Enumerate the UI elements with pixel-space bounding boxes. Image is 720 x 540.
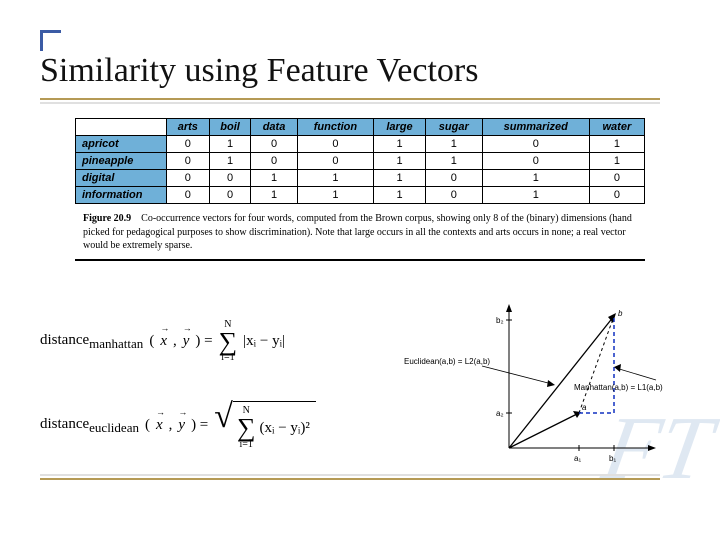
cell: 1 [297,170,374,187]
cell: 0 [167,136,210,153]
cell: 1 [374,170,426,187]
paren: ( [145,417,150,434]
cell: 0 [167,187,210,204]
distance-diagram: a b b₂ a₂ a₁ b₁ Euclidean(a,b) = L2(a,b)… [404,298,664,473]
cell: 0 [209,170,251,187]
cell: 1 [209,136,251,153]
svg-text:b₂: b₂ [496,316,504,325]
row-header: apricot [76,136,167,153]
col-header: arts [167,119,210,136]
svg-text:a: a [582,403,587,412]
cell: 0 [425,187,482,204]
col-header: large [374,119,426,136]
abs-term: |xᵢ − yᵢ| [243,333,285,350]
cell: 1 [425,153,482,170]
cell: 1 [482,170,589,187]
vector-y: y [178,417,185,434]
table-row: pineapple 0 1 0 0 1 1 0 1 [76,153,645,170]
cell: 0 [297,153,374,170]
cell: 1 [425,136,482,153]
cell: 0 [589,187,644,204]
col-header: sugar [425,119,482,136]
caption-text: Co-occurrence vectors for four words, co… [83,213,632,251]
table-row: digital 0 0 1 1 1 0 1 0 [76,170,645,187]
equals: ) = [191,417,208,434]
cell: 0 [209,187,251,204]
cell: 1 [374,187,426,204]
vector-x: x [156,417,163,434]
col-header: summarized [482,119,589,136]
row-header: pineapple [76,153,167,170]
cell: 1 [374,153,426,170]
svg-text:Manhattan(a,b) = L1(a,b): Manhattan(a,b) = L1(a,b) [574,383,663,392]
col-header: data [251,119,297,136]
sum-lower: i=1 [221,353,234,363]
svg-text:a₂: a₂ [496,409,504,418]
paren: ( [149,333,154,350]
col-header: function [297,119,374,136]
cooccurrence-table: arts boil data function large sugar summ… [75,118,645,204]
vector-x: x [160,333,167,350]
cell: 1 [589,136,644,153]
euclidean-formula: distanceeuclidean (x,y) = √ N ∑ i=1 (xᵢ … [40,401,400,449]
cell: 0 [482,136,589,153]
cell: 0 [482,153,589,170]
cell: 0 [251,153,297,170]
col-header: water [589,119,644,136]
table-row: apricot 0 1 0 0 1 1 0 1 [76,136,645,153]
col-header: boil [209,119,251,136]
cell: 1 [251,187,297,204]
sigma-icon: N ∑ i=1 [219,320,238,363]
cell: 0 [589,170,644,187]
cell: 0 [425,170,482,187]
sigma-icon: N ∑ i=1 [237,406,256,449]
cell: 1 [482,187,589,204]
cell: 1 [589,153,644,170]
title-rule [40,98,660,100]
manhattan-formula: distancemanhattan (x,y) = N ∑ i=1 |xᵢ − … [40,320,400,363]
caption-label: Figure 20.9 [83,213,131,224]
svg-text:b: b [618,309,623,318]
cell: 0 [167,170,210,187]
svg-text:Euclidean(a,b) = L2(a,b): Euclidean(a,b) = L2(a,b) [404,357,490,366]
formula-subscript: manhattan [89,336,143,351]
sq-term: (xᵢ − yᵢ)² [260,420,310,437]
table-row: information 0 0 1 1 1 0 1 0 [76,187,645,204]
equals: ) = [195,333,212,350]
sqrt-icon: √ N ∑ i=1 (xᵢ − yᵢ)² [214,401,316,449]
cell: 1 [209,153,251,170]
table-row: arts boil data function large sugar summ… [76,119,645,136]
svg-text:b₁: b₁ [609,454,616,463]
row-header: information [76,187,167,204]
cell: 0 [297,136,374,153]
formula-subscript: euclidean [89,420,139,435]
corner-accent [40,30,61,51]
bottom-rule [40,478,660,480]
table-corner [76,119,167,136]
figure-caption: Figure 20.9 Co-occurrence vectors for fo… [75,212,645,261]
sum-lower: i=1 [240,440,253,450]
slide-title: Similarity using Feature Vectors [40,52,478,90]
cell: 0 [167,153,210,170]
cell: 0 [251,136,297,153]
cell: 1 [251,170,297,187]
cell: 1 [297,187,374,204]
cell: 1 [374,136,426,153]
vector-y: y [183,333,190,350]
distance-formulas: distancemanhattan (x,y) = N ∑ i=1 |xᵢ − … [40,320,400,488]
formula-label: distance [40,332,89,348]
row-header: digital [76,170,167,187]
formula-label: distance [40,416,89,432]
figure-20-9: arts boil data function large sugar summ… [75,118,645,261]
svg-text:a₁: a₁ [574,454,581,463]
